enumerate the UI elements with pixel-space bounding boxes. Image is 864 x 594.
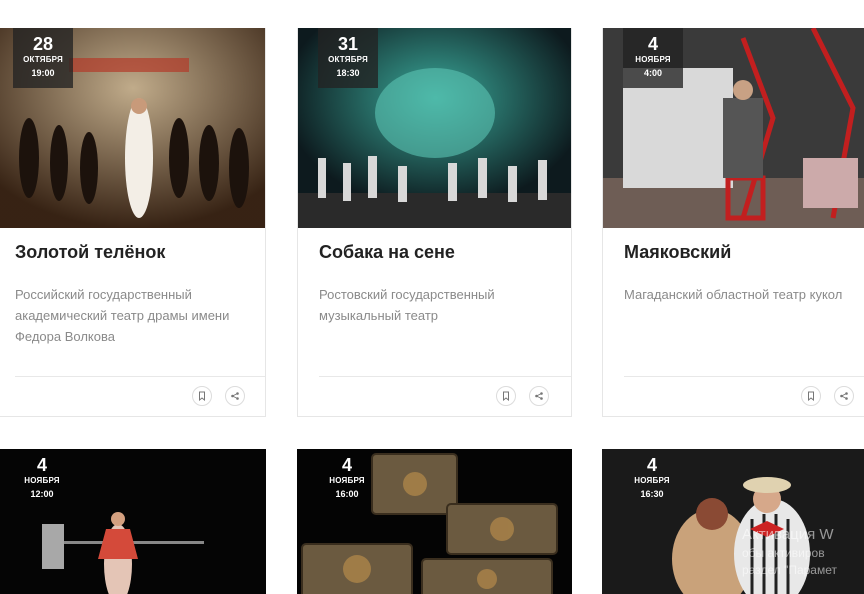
event-time: 4:00 <box>643 68 662 78</box>
watermark-line-2: обы активиров <box>742 546 825 560</box>
event-time: 12:00 <box>30 489 54 499</box>
watermark-line-1: Активация W <box>742 526 834 543</box>
bookmark-button[interactable] <box>496 386 516 406</box>
activation-watermark: Активация W обы активиров раздел "Параме… <box>742 525 837 579</box>
bookmark-button[interactable] <box>192 386 212 406</box>
event-day: 28 <box>32 34 54 54</box>
event-card-2[interactable]: 31 ОКТЯБРЯ 18:30 Собака на сене Ростовск… <box>297 28 572 417</box>
event-month: НОЯБРЯ <box>634 476 670 485</box>
event-venue: Магаданский областной театр кукол <box>624 287 843 302</box>
event-time: 16:30 <box>640 489 664 499</box>
event-date-badge: 4 НОЯБРЯ 16:30 <box>622 449 682 509</box>
share-button[interactable] <box>529 386 549 406</box>
event-title[interactable]: Собака на сене <box>319 240 559 264</box>
bookmark-icon <box>199 391 205 401</box>
event-date-badge: 4 НОЯБРЯ 4:00 <box>623 28 683 88</box>
event-venue: Российский государственный академический… <box>15 287 230 344</box>
card-divider <box>15 376 265 377</box>
event-card-5[interactable]: 4 НОЯБРЯ 16:00 <box>297 449 572 594</box>
share-icon <box>231 392 239 400</box>
event-date-badge: 28 ОКТЯБРЯ 19:00 <box>13 28 73 88</box>
event-month: НОЯБРЯ <box>24 476 60 485</box>
event-date-badge: 31 ОКТЯБРЯ 18:30 <box>318 28 378 88</box>
bookmark-icon <box>808 391 814 401</box>
event-time: 16:00 <box>335 489 359 499</box>
event-day: 4 <box>341 455 352 475</box>
event-card-4[interactable]: 4 НОЯБРЯ 12:00 <box>0 449 266 594</box>
event-card-1[interactable]: 28 ОКТЯБРЯ 19:00 Золотой телёнок Российс… <box>0 28 266 417</box>
share-icon <box>840 392 848 400</box>
bookmark-button[interactable] <box>801 386 821 406</box>
card-divider <box>319 376 571 377</box>
bookmark-icon <box>503 391 509 401</box>
share-icon <box>535 392 543 400</box>
share-button[interactable] <box>225 386 245 406</box>
watermark-line-3: раздел "Парамет <box>742 563 837 577</box>
event-day: 4 <box>646 455 657 475</box>
event-date-badge: 4 НОЯБРЯ 12:00 <box>12 449 72 509</box>
event-month: ОКТЯБРЯ <box>328 55 368 64</box>
event-time: 19:00 <box>31 68 55 78</box>
event-title[interactable]: Золотой телёнок <box>15 240 253 264</box>
event-month: ОКТЯБРЯ <box>23 55 63 64</box>
event-date-badge: 4 НОЯБРЯ 16:00 <box>317 449 377 509</box>
event-day: 4 <box>647 34 658 54</box>
event-day: 4 <box>36 455 47 475</box>
event-venue: Ростовский государственный музыкальный т… <box>319 287 495 323</box>
event-day: 31 <box>337 34 359 54</box>
event-month: НОЯБРЯ <box>329 476 365 485</box>
event-card-3[interactable]: 4 НОЯБРЯ 4:00 Маяковский Магаданский обл… <box>602 28 864 417</box>
event-title[interactable]: Маяковский <box>624 240 852 264</box>
event-month: НОЯБРЯ <box>635 55 671 64</box>
share-button[interactable] <box>834 386 854 406</box>
card-divider <box>624 376 864 377</box>
event-time: 18:30 <box>336 68 360 78</box>
